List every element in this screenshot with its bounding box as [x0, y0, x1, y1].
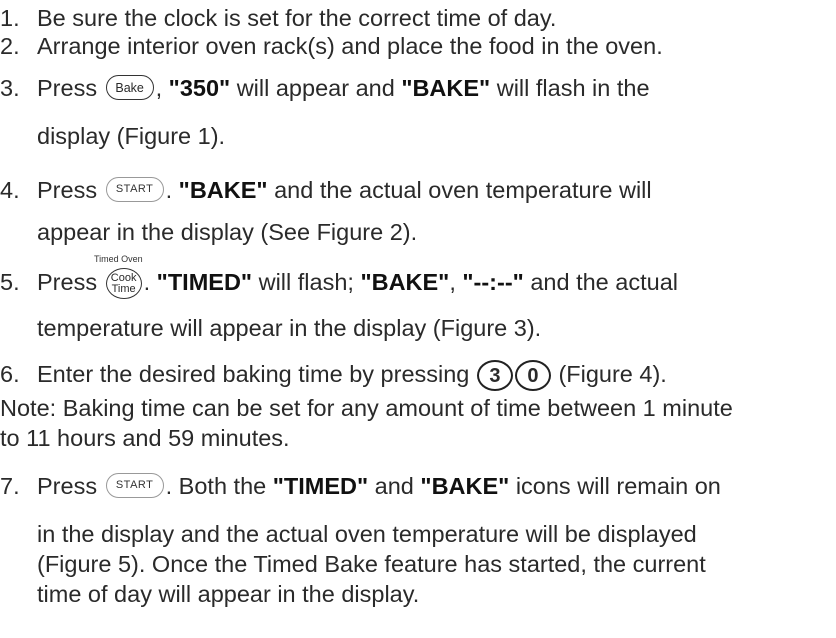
text-fragment: and	[368, 473, 421, 499]
step-text: Be sure the clock is set for the correct…	[37, 5, 557, 31]
step-number: 4.	[0, 177, 20, 203]
text-fragment: icons will remain on	[509, 473, 721, 499]
number-3-button: 3	[476, 360, 513, 392]
step-5: 5. Press Cook Time. "TIMED" will flash; "B…	[0, 268, 678, 300]
step-number: 6.	[0, 361, 20, 387]
page: { "steps": [ {"num":"1.","text":"Be sure…	[0, 0, 836, 638]
step-3-continued: display (Figure 1).	[37, 123, 226, 149]
text-fragment: and the actual	[523, 269, 678, 295]
step-4-continued: appear in the display (See Figure 2).	[37, 219, 418, 245]
text-fragment: ,	[449, 269, 463, 295]
step-6: 6. Enter the desired baking time by press…	[0, 360, 667, 392]
step-number: 7.	[0, 473, 20, 499]
step-7-continued-2: (Figure 5). Once the Timed Bake feature …	[37, 551, 706, 577]
step-number: 3.	[0, 75, 20, 101]
text-fragment: ,	[155, 75, 169, 101]
step-press: Press	[37, 177, 98, 203]
step-number: 2.	[0, 33, 20, 59]
step-2: 2. Arrange interior oven rack(s) and plac…	[0, 32, 663, 60]
step-3: 3. Press Bake, "350" will appear and "BAK…	[0, 74, 650, 102]
text-fragment: .	[143, 269, 157, 295]
text-fragment: will appear and	[230, 75, 402, 101]
step-7-continued-1: in the display and the actual oven tempe…	[37, 521, 697, 547]
number-0-button: 0	[514, 360, 551, 392]
dashes-label: "--:--"	[462, 269, 524, 295]
step-press: Press	[37, 75, 98, 101]
timed-label: "TIMED"	[272, 473, 369, 499]
step-7-continued-3: time of day will appear in the display.	[37, 581, 420, 607]
step-4: 4. Press START. "BAKE" and the actual ove…	[0, 176, 652, 204]
bake-button: Bake	[105, 75, 154, 101]
time-label: Time	[111, 282, 136, 295]
text-fragment: and the actual oven temperature will	[267, 177, 652, 203]
timed-oven-caption: Timed Oven	[94, 254, 143, 264]
step-press: Press	[37, 473, 98, 499]
step-press: Press	[37, 269, 98, 295]
text-fragment: will flash;	[252, 269, 361, 295]
note-line-1: Note: Baking time can be set for any amo…	[0, 395, 733, 421]
timed-label: "TIMED"	[156, 269, 253, 295]
step-text: Arrange interior oven rack(s) and place …	[37, 33, 663, 59]
bake-label: "BAKE"	[420, 473, 510, 499]
temp-value: "350"	[168, 75, 231, 101]
text-fragment: . Both the	[165, 473, 273, 499]
text-fragment: (Figure 4).	[558, 361, 667, 387]
step-5-continued: temperature will appear in the display (…	[37, 315, 542, 341]
text-fragment: will flash in the	[490, 75, 650, 101]
step-1: 1. Be sure the clock is set for the corre…	[0, 4, 556, 32]
bake-label: "BAKE"	[360, 269, 450, 295]
note-line-2: to 11 hours and 59 minutes.	[0, 425, 290, 451]
step-text: Enter the desired baking time by pressin…	[37, 361, 470, 387]
text-fragment: .	[165, 177, 179, 203]
step-number: 5.	[0, 269, 20, 295]
step-number: 1.	[0, 5, 20, 31]
step-7: 7. Press START. Both the "TIMED" and "BAK…	[0, 472, 721, 500]
start-button: START	[105, 473, 164, 499]
bake-label: "BAKE"	[178, 177, 268, 203]
bake-label: "BAKE"	[401, 75, 491, 101]
cook-time-button: Cook Time	[105, 268, 142, 300]
start-button: START	[105, 177, 164, 203]
